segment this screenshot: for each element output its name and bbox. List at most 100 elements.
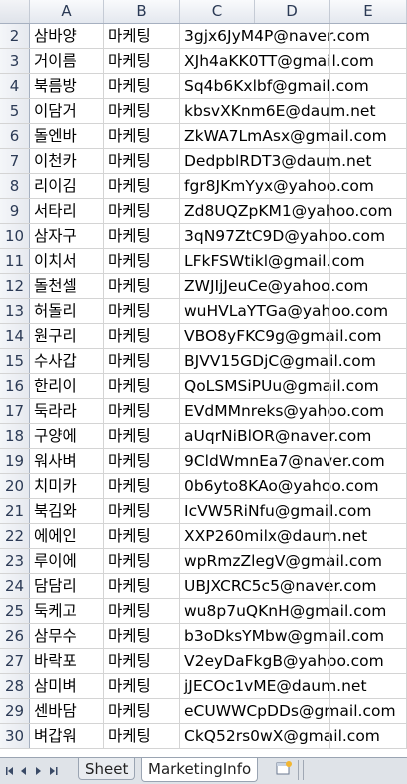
cell-dept[interactable]: 마케팅: [104, 574, 180, 598]
cell-empty-d[interactable]: [255, 674, 330, 698]
cell-dept[interactable]: 마케팅: [104, 524, 180, 548]
cell-email[interactable]: kbsvXKnm6E@daum.net: [180, 99, 376, 123]
cell-empty-e[interactable]: [330, 449, 407, 473]
row-number[interactable]: 12: [0, 274, 30, 298]
cell-dept[interactable]: 마케팅: [104, 499, 180, 523]
cell-empty-d[interactable]: [255, 399, 330, 423]
cell-email[interactable]: jJECOc1vME@daum.net: [180, 674, 367, 698]
cell-email[interactable]: DedpblRDT3@daum.net: [180, 149, 371, 173]
cell-name[interactable]: 둑케고: [30, 599, 104, 623]
tab-marketinginfo[interactable]: MarketingInfo: [141, 758, 259, 782]
cell-empty-d[interactable]: [255, 449, 330, 473]
next-sheet-button[interactable]: [34, 763, 48, 779]
cell-dept[interactable]: 마케팅: [104, 199, 180, 223]
row-number[interactable]: 22: [0, 524, 30, 548]
cell-empty-e[interactable]: [330, 124, 407, 148]
cell-email[interactable]: 3qN97ZtC9D@yahoo.com: [180, 224, 385, 248]
cell-dept[interactable]: 마케팅: [104, 24, 180, 48]
cell-name[interactable]: 둑라라: [30, 399, 104, 423]
cell-empty-d[interactable]: [255, 249, 330, 273]
cell-email[interactable]: Sq4b6Kxlbf@gmail.com: [180, 74, 369, 98]
column-header-e[interactable]: E: [330, 0, 407, 23]
cell-dept[interactable]: 마케팅: [104, 699, 180, 723]
row-number[interactable]: 14: [0, 324, 30, 348]
cell-empty-e[interactable]: [330, 174, 407, 198]
cell-email[interactable]: ZkWA7LmAsx@gmail.com: [180, 124, 387, 148]
cell-empty-e[interactable]: [330, 24, 407, 48]
cell-dept[interactable]: 마케팅: [104, 649, 180, 673]
row-number[interactable]: 11: [0, 249, 30, 273]
cell-empty-d[interactable]: [255, 24, 330, 48]
cell-name[interactable]: 북김와: [30, 499, 104, 523]
row-number[interactable]: 20: [0, 474, 30, 498]
column-header-d[interactable]: D: [255, 0, 330, 23]
cell-name[interactable]: 돌엔바: [30, 124, 104, 148]
cell-dept[interactable]: 마케팅: [104, 399, 180, 423]
row-number[interactable]: 28: [0, 674, 30, 698]
cell-empty-e[interactable]: [330, 324, 407, 348]
cell-empty-e[interactable]: [330, 549, 407, 573]
column-header-b[interactable]: B: [104, 0, 180, 23]
cell-empty-e[interactable]: [330, 74, 407, 98]
select-all-corner[interactable]: [0, 0, 30, 23]
cell-dept[interactable]: 마케팅: [104, 674, 180, 698]
cell-dept[interactable]: 마케팅: [104, 599, 180, 623]
row-number[interactable]: 13: [0, 299, 30, 323]
cell-dept[interactable]: 마케팅: [104, 149, 180, 173]
cell-empty-d[interactable]: [255, 574, 330, 598]
cell-name[interactable]: 북름방: [30, 74, 104, 98]
cell-empty-d[interactable]: [255, 549, 330, 573]
cell-email[interactable]: ZWJIjJeuCe@yahoo.com: [180, 274, 368, 298]
cell-dept[interactable]: 마케팅: [104, 349, 180, 373]
cell-name[interactable]: 루이에: [30, 549, 104, 573]
cell-email[interactable]: wu8p7uQKnH@gmail.com: [180, 599, 386, 623]
cell-name[interactable]: 워사벼: [30, 449, 104, 473]
cell-email[interactable]: XXP260milx@daum.net: [180, 524, 367, 548]
cell-dept[interactable]: 마케팅: [104, 74, 180, 98]
tab-scroll-splitter[interactable]: [298, 760, 304, 780]
cell-email[interactable]: aUqrNiBlOR@naver.com: [180, 424, 371, 448]
cell-email[interactable]: fgr8JKmYyx@yahoo.com: [180, 174, 374, 198]
row-number[interactable]: 18: [0, 424, 30, 448]
cell-empty-d[interactable]: [255, 649, 330, 673]
cell-dept[interactable]: 마케팅: [104, 124, 180, 148]
cell-email[interactable]: 3gjx6JyM4P@naver.com: [180, 24, 370, 48]
cell-name[interactable]: 구양에: [30, 424, 104, 448]
cell-empty-d[interactable]: [255, 99, 330, 123]
cell-empty-d[interactable]: [255, 274, 330, 298]
cell-name[interactable]: 벼갑워: [30, 724, 104, 748]
cell-email[interactable]: EVdMMnreks@yahoo.com: [180, 399, 384, 423]
cell-dept[interactable]: 마케팅: [104, 174, 180, 198]
cell-empty-d[interactable]: [255, 424, 330, 448]
cell-email[interactable]: V2eyDaFkgB@yahoo.com: [180, 649, 384, 673]
cell-empty-d[interactable]: [255, 124, 330, 148]
first-sheet-button[interactable]: [4, 763, 18, 779]
row-number[interactable]: 4: [0, 74, 30, 98]
cell-empty-e[interactable]: [330, 524, 407, 548]
prev-sheet-button[interactable]: [18, 763, 32, 779]
cell-name[interactable]: 삼미벼: [30, 674, 104, 698]
cell-empty-d[interactable]: [255, 199, 330, 223]
cell-empty-d[interactable]: [255, 299, 330, 323]
row-number[interactable]: 7: [0, 149, 30, 173]
cell-email[interactable]: wpRmzZlegV@gmail.com: [180, 549, 382, 573]
row-number[interactable]: 10: [0, 224, 30, 248]
cell-empty-e[interactable]: [330, 624, 407, 648]
cell-name[interactable]: 바락포: [30, 649, 104, 673]
cell-name[interactable]: 거이름: [30, 49, 104, 73]
row-number[interactable]: 30: [0, 724, 30, 748]
cell-name[interactable]: 리이김: [30, 174, 104, 198]
cell-empty-e[interactable]: [330, 424, 407, 448]
cell-empty-e[interactable]: [330, 349, 407, 373]
cell-empty-d[interactable]: [255, 174, 330, 198]
row-number[interactable]: 2: [0, 24, 30, 48]
cell-name[interactable]: 삼자구: [30, 224, 104, 248]
cell-name[interactable]: 담담리: [30, 574, 104, 598]
row-number[interactable]: 23: [0, 549, 30, 573]
cell-empty-e[interactable]: [330, 274, 407, 298]
cell-empty-e[interactable]: [330, 49, 407, 73]
cell-name[interactable]: 치미카: [30, 474, 104, 498]
cell-name[interactable]: 에에인: [30, 524, 104, 548]
row-number[interactable]: 5: [0, 99, 30, 123]
cell-empty-e[interactable]: [330, 599, 407, 623]
